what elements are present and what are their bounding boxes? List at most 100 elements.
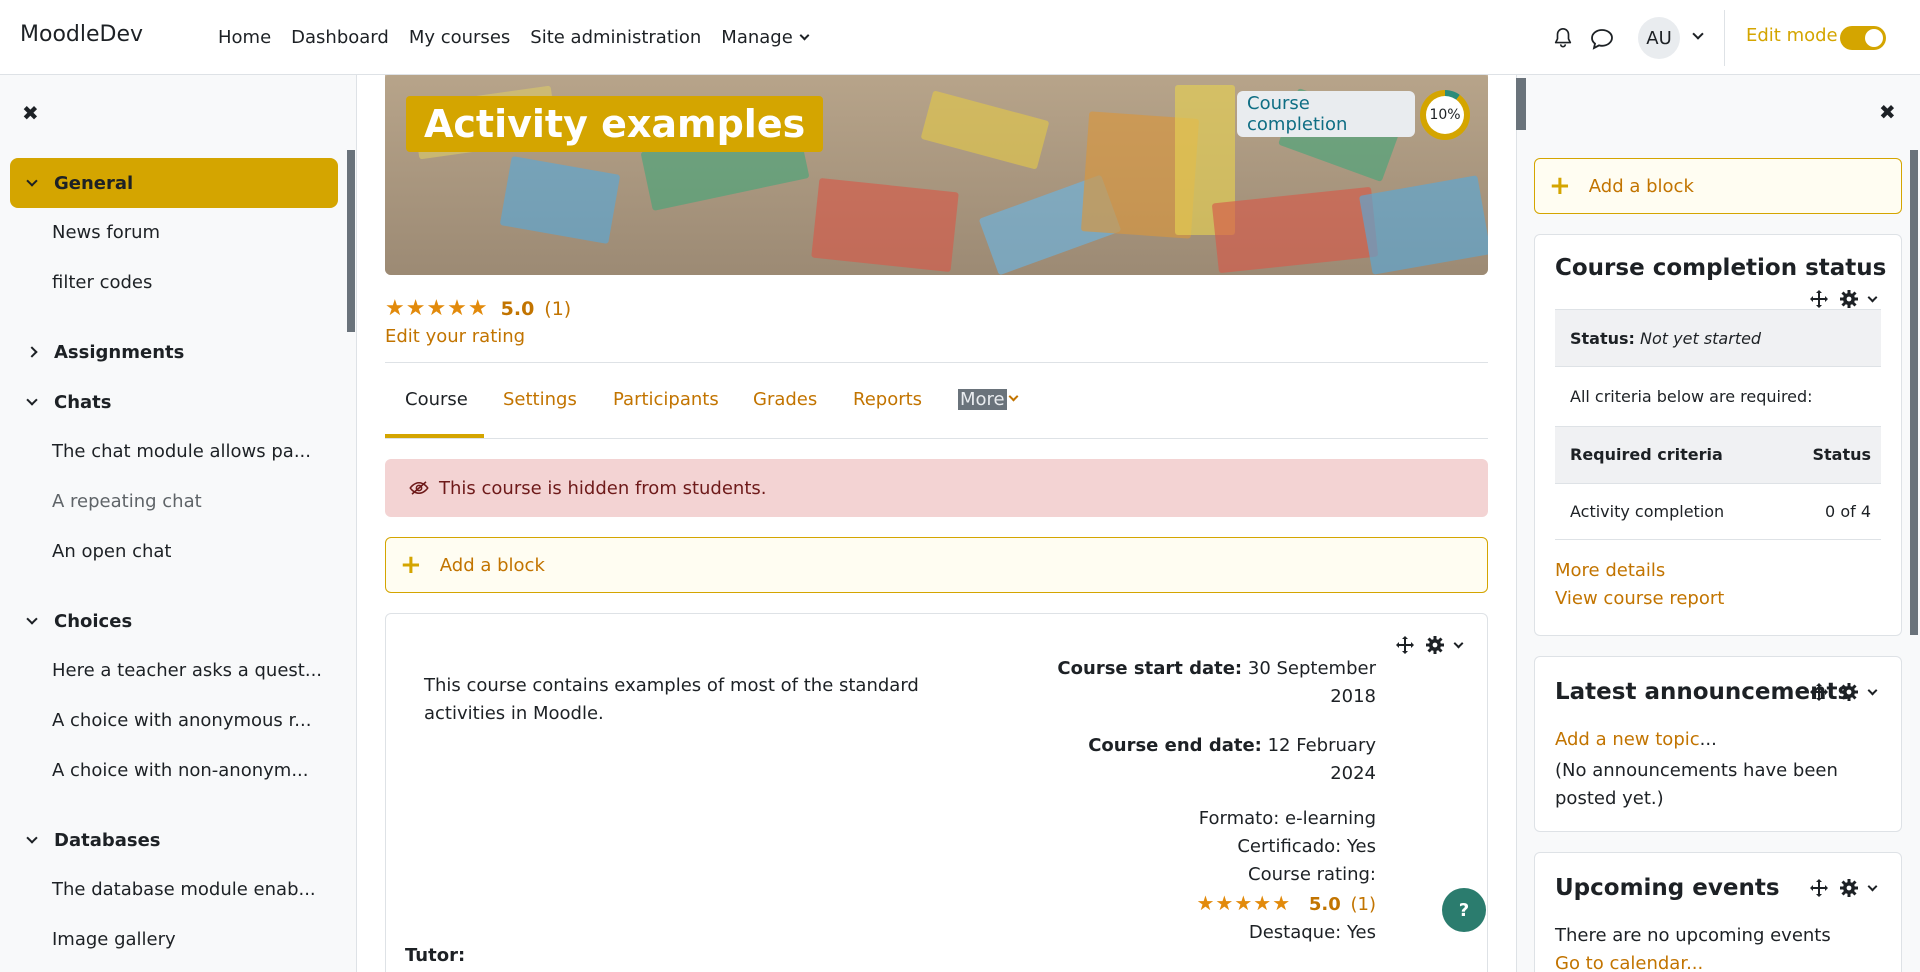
move-icon[interactable]	[1809, 682, 1829, 702]
block-title: Upcoming events	[1555, 875, 1780, 901]
add-block-label: Add a block	[439, 554, 545, 576]
destaque-field: Destaque: Yes	[1248, 922, 1376, 943]
messages-icon[interactable]	[1590, 28, 1614, 50]
chevron-down-icon[interactable]	[1867, 685, 1878, 695]
move-icon[interactable]	[1395, 635, 1415, 655]
nav-manage[interactable]: Manage	[721, 27, 810, 48]
plus-icon: +	[400, 550, 422, 580]
course-index-item[interactable]: A choice with anonymous r...	[52, 710, 311, 731]
col-required-criteria: Required criteria	[1570, 445, 1723, 464]
tab-reports[interactable]: Reports	[853, 389, 922, 410]
course-title: Activity examples	[406, 96, 824, 152]
edit-mode-label: Edit mode	[1746, 25, 1838, 46]
edit-rating-link[interactable]: Edit your rating	[385, 326, 525, 347]
section-databases[interactable]: Databases	[10, 815, 338, 865]
close-icon[interactable]: ✖	[1879, 100, 1896, 124]
tab-more[interactable]: More	[958, 389, 1007, 410]
course-index-item[interactable]: A repeating chat	[52, 491, 202, 512]
plus-icon: +	[1549, 171, 1571, 201]
required-note: All criteria below are required:	[1570, 387, 1813, 406]
latest-announcements-block: Latest announcements Add a new topic... …	[1534, 656, 1902, 832]
block-controls	[1809, 682, 1878, 702]
status-value: Not yet started	[1640, 328, 1762, 348]
more-details-link[interactable]: More details	[1555, 560, 1665, 581]
end-date-value-2: 2024	[1330, 763, 1376, 784]
go-to-calendar-link[interactable]: Go to calendar...	[1555, 953, 1703, 972]
nav-dashboard[interactable]: Dashboard	[291, 27, 389, 48]
add-topic-line: Add a new topic...	[1555, 729, 1717, 750]
help-button[interactable]: ?	[1442, 888, 1486, 932]
course-end-date: Course end date: 12 February 2024	[1088, 732, 1376, 788]
add-new-topic-link[interactable]: Add a new topic	[1555, 729, 1700, 750]
course-rating-inline: ★★★★★ 5.0 (1)	[1196, 889, 1376, 919]
user-avatar[interactable]: AU	[1638, 17, 1680, 59]
nav-site-administration[interactable]: Site administration	[530, 27, 701, 48]
site-brand[interactable]: MoodleDev	[20, 22, 143, 47]
end-date-label: Course end date:	[1088, 735, 1262, 756]
start-date-value-1: 30 September	[1247, 658, 1376, 679]
section-choices[interactable]: Choices	[10, 596, 338, 646]
close-icon[interactable]: ✖	[22, 101, 39, 125]
course-completion-badge[interactable]: Course completion	[1237, 91, 1415, 137]
completion-status-block: Course completion status Status: Not yet…	[1534, 234, 1902, 636]
section-assignments[interactable]: Assignments	[10, 327, 338, 377]
criteria-table-header: Required criteria Status	[1555, 426, 1881, 484]
notifications-bell-icon[interactable]	[1552, 27, 1574, 49]
course-rating: ★★★★★ 5.0 (1)	[385, 296, 571, 321]
nav-divider	[1724, 10, 1725, 66]
right-drawer-scrollbar[interactable]	[1910, 150, 1918, 635]
tab-settings[interactable]: Settings	[503, 389, 577, 410]
course-index-item[interactable]: The database module enab...	[52, 879, 316, 900]
tab-participants[interactable]: Participants	[613, 389, 719, 410]
eye-slash-icon	[409, 481, 429, 495]
course-index-item[interactable]: filter codes	[52, 272, 152, 293]
tab-course[interactable]: Course	[405, 389, 468, 410]
no-announcements-text: (No announcements have been posted yet.)	[1555, 760, 1838, 809]
tab-grades[interactable]: Grades	[753, 389, 817, 410]
add-topic-ellipsis: ...	[1699, 729, 1717, 750]
user-menu-chevron-icon[interactable]	[1692, 28, 1704, 40]
nav-home[interactable]: Home	[218, 27, 271, 48]
chevron-down-icon[interactable]	[1867, 881, 1878, 891]
add-block-button[interactable]: + Add a block	[385, 537, 1488, 593]
left-drawer-scrollbar[interactable]	[347, 150, 355, 332]
block-controls	[1395, 635, 1464, 655]
course-index-item[interactable]: A choice with non-anonym...	[52, 760, 309, 781]
rating-value: 5.0	[500, 297, 535, 320]
chevron-down-icon	[26, 612, 38, 625]
chevron-down-icon[interactable]	[1008, 391, 1019, 402]
course-custom-fields: Formato: e-learning Certificado: Yes Cou…	[1196, 805, 1376, 947]
edit-mode-toggle[interactable]	[1840, 26, 1886, 50]
chevron-down-icon[interactable]	[1453, 638, 1464, 648]
chevron-down-icon[interactable]	[1867, 292, 1878, 302]
gear-icon[interactable]	[1425, 635, 1445, 655]
drawer-resize-handle[interactable]	[1516, 78, 1526, 130]
gear-icon[interactable]	[1839, 878, 1859, 898]
course-index-item[interactable]: An open chat	[52, 541, 171, 562]
block-title: Latest announcements	[1555, 679, 1852, 705]
alert-text: This course is hidden from students.	[439, 477, 767, 499]
section-general[interactable]: General	[10, 158, 338, 208]
section-label: Databases	[54, 829, 161, 851]
active-tab-indicator	[385, 434, 484, 438]
move-icon[interactable]	[1809, 878, 1829, 898]
section-chats[interactable]: Chats	[10, 377, 338, 427]
course-index-item[interactable]: The chat module allows pa...	[52, 441, 311, 462]
move-icon[interactable]	[1809, 289, 1829, 309]
section-label: Assignments	[54, 341, 185, 363]
section-label: Choices	[54, 610, 133, 632]
top-navbar: MoodleDev Home Dashboard My courses Site…	[0, 0, 1920, 75]
gear-icon[interactable]	[1839, 289, 1859, 309]
add-block-button-right[interactable]: + Add a block	[1534, 158, 1902, 214]
course-index-item[interactable]: News forum	[52, 222, 160, 243]
status-label: Status:	[1570, 328, 1635, 348]
view-course-report-link[interactable]: View course report	[1555, 588, 1724, 609]
course-index-item[interactable]: Here a teacher asks a quest...	[52, 660, 322, 681]
gear-icon[interactable]	[1839, 682, 1859, 702]
nav-my-courses[interactable]: My courses	[409, 27, 510, 48]
add-block-label: Add a block	[1588, 175, 1694, 197]
course-index-item[interactable]: Image gallery	[52, 929, 176, 950]
course-start-date: Course start date: 30 September 2018	[1057, 655, 1376, 711]
criteria-row: Activity completion 0 of 4	[1555, 484, 1881, 540]
rating-value: 5.0	[1308, 894, 1341, 915]
